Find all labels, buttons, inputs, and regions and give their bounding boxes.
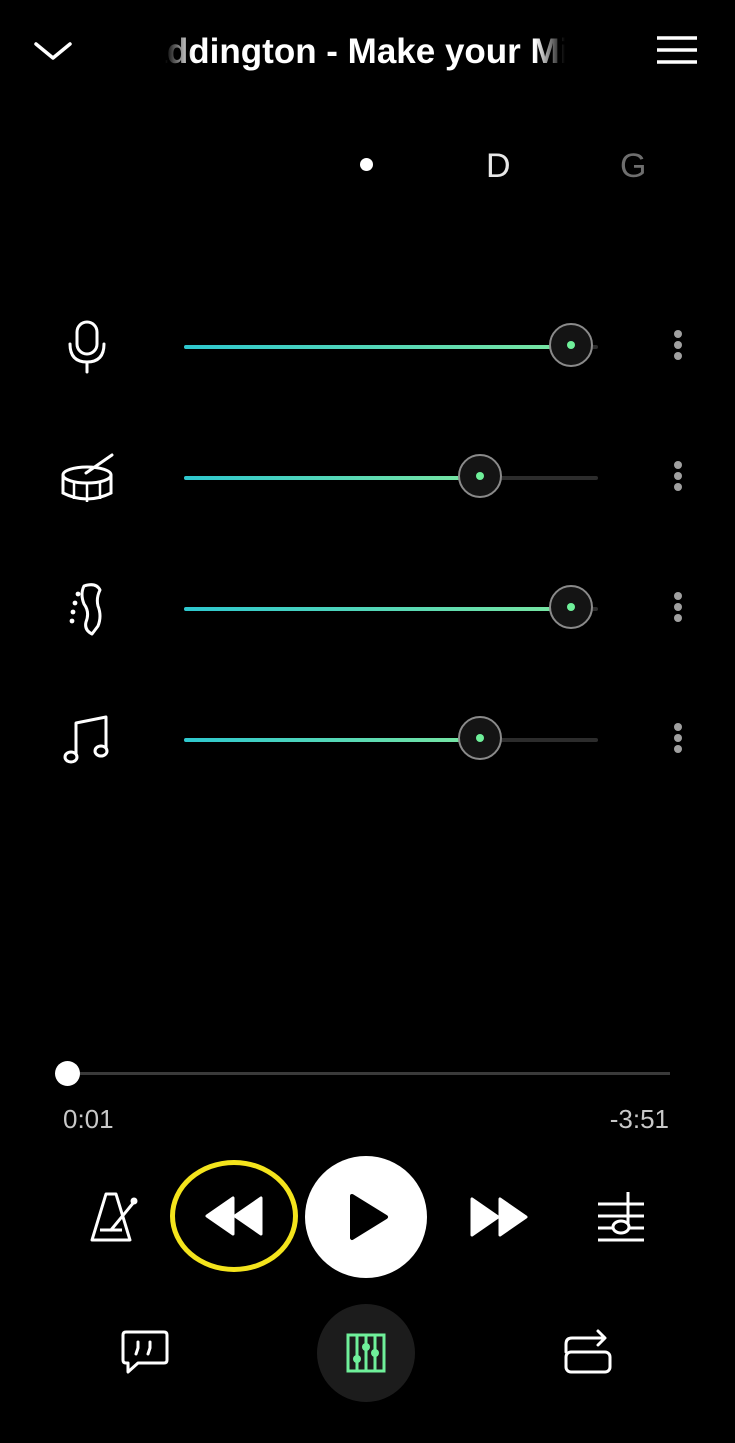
more-options-icon[interactable]: [668, 592, 688, 628]
tuner-icon[interactable]: [594, 1190, 648, 1244]
play-button[interactable]: [305, 1156, 427, 1278]
volume-slider-guitar[interactable]: [184, 585, 598, 629]
slider-thumb[interactable]: [549, 585, 594, 629]
slider-thumb[interactable]: [549, 323, 594, 367]
slider-thumb[interactable]: [458, 454, 503, 498]
track-other: [0, 695, 735, 785]
slider-fill: [184, 345, 574, 349]
mixer-tab-button[interactable]: [317, 1304, 415, 1402]
chord-current: D: [486, 147, 511, 185]
track-drums: [0, 433, 735, 523]
hamburger-menu-icon[interactable]: [654, 34, 700, 68]
fast-forward-button[interactable]: [466, 1192, 532, 1242]
more-options-icon[interactable]: [668, 330, 688, 366]
playback-progress-bar[interactable]: [55, 1061, 670, 1086]
drum-icon: [56, 451, 118, 505]
metronome-icon[interactable]: [86, 1188, 142, 1246]
song-title: Ed Sheeran & Jessie Ware & Kevin Padding…: [165, 28, 565, 76]
play-icon: [350, 1194, 388, 1240]
rewind-button[interactable]: [170, 1160, 298, 1272]
remaining-time: -3:51: [609, 1104, 669, 1134]
rewind-icon: [205, 1196, 263, 1236]
slider-fill: [184, 607, 574, 611]
track-guitar: [0, 564, 735, 654]
chord-position-marker: [360, 158, 373, 171]
mixer-icon: [346, 1333, 386, 1373]
volume-slider-drums[interactable]: [184, 454, 598, 498]
guitar-headstock-icon: [56, 582, 118, 636]
slider-fill: [184, 738, 483, 742]
song-title-text: Ed Sheeran & Jessie Ware & Kevin Padding…: [165, 32, 565, 71]
lyrics-quote-icon[interactable]: [120, 1328, 170, 1376]
volume-slider-vocals[interactable]: [184, 323, 598, 367]
loop-icon[interactable]: [560, 1326, 616, 1378]
microphone-icon: [56, 320, 118, 374]
volume-slider-other[interactable]: [184, 716, 598, 760]
fast-forward-icon: [470, 1197, 528, 1237]
more-options-icon[interactable]: [668, 723, 688, 759]
chevron-down-icon[interactable]: [30, 34, 76, 70]
more-options-icon[interactable]: [668, 461, 688, 497]
player-screen: Ed Sheeran & Jessie Ware & Kevin Padding…: [0, 0, 735, 1443]
music-note-icon: [56, 713, 118, 767]
track-vocals: [0, 302, 735, 392]
slider-thumb[interactable]: [458, 716, 503, 760]
progress-thumb[interactable]: [55, 1061, 81, 1086]
slider-fill: [184, 476, 483, 480]
chord-next: G: [620, 147, 647, 185]
elapsed-time: 0:01: [63, 1104, 114, 1134]
